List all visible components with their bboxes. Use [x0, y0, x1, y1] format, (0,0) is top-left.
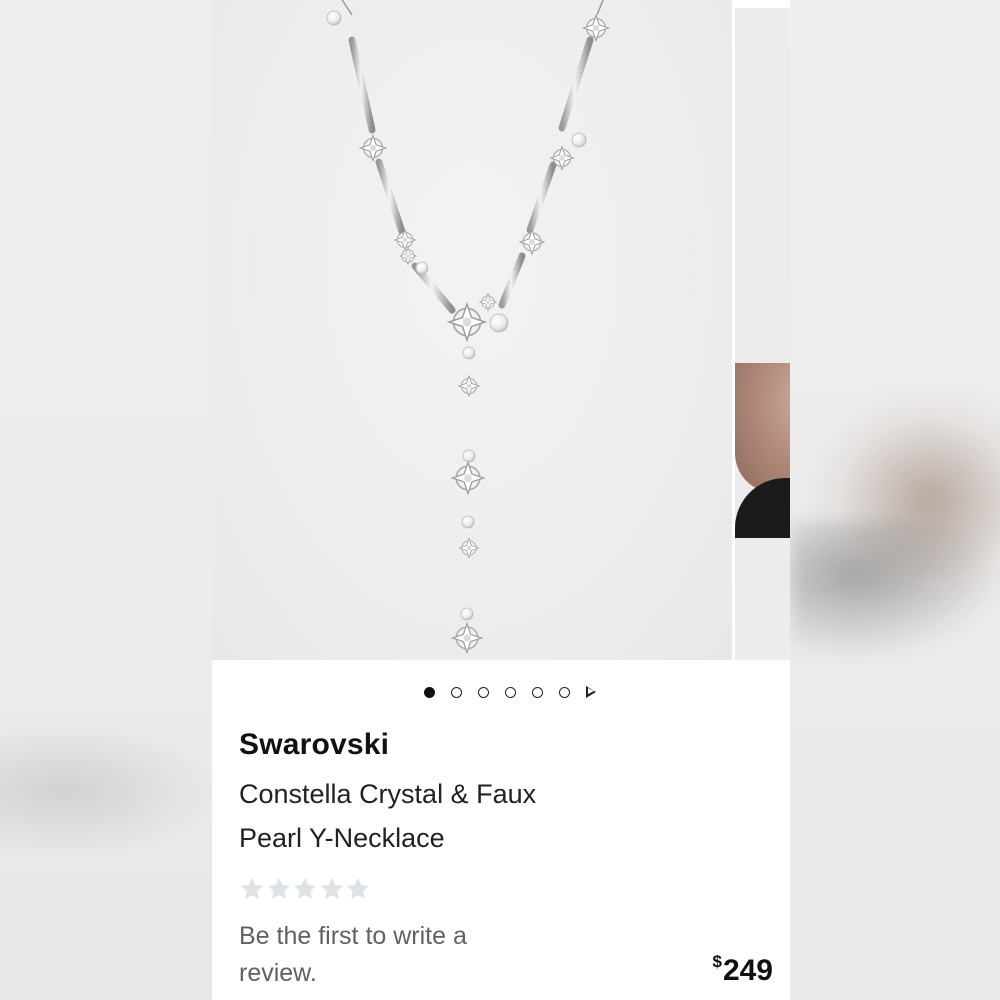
blurred-backdrop-right [790, 0, 1000, 1000]
carousel-dot[interactable] [559, 686, 570, 698]
rating-stars[interactable] [239, 876, 372, 902]
price-amount: 249 [722, 954, 773, 987]
next-product-image-preview[interactable] [735, 8, 790, 660]
carousel-next-icon[interactable] [586, 686, 596, 698]
review-prompt-link[interactable]: Be the first to write a review. [239, 918, 539, 992]
model-shoulder [735, 363, 790, 493]
star-icon [320, 877, 343, 899]
star-icon [241, 877, 263, 899]
star-icon [294, 877, 316, 899]
star-icon [267, 877, 290, 899]
product-image-necklace[interactable] [212, 0, 732, 660]
product-price: $249 [712, 952, 773, 988]
model-top [735, 478, 790, 538]
price-currency: $ [712, 952, 722, 971]
necklace-illustration [326, 0, 610, 654]
product-card[interactable]: Swarovski Constella Crystal & Faux Pearl… [212, 0, 790, 1000]
carousel-dot[interactable] [478, 686, 489, 698]
carousel-dot[interactable] [505, 686, 516, 698]
carousel-dot[interactable] [424, 686, 435, 698]
product-name[interactable]: Constella Crystal & Faux Pearl Y-Necklac… [239, 772, 599, 860]
star-icon [347, 877, 369, 899]
carousel-dot[interactable] [532, 686, 543, 698]
carousel-dot[interactable] [451, 686, 462, 698]
product-brand[interactable]: Swarovski [239, 728, 389, 762]
image-carousel-indicator [424, 683, 596, 701]
blurred-backdrop-left [0, 0, 220, 1000]
